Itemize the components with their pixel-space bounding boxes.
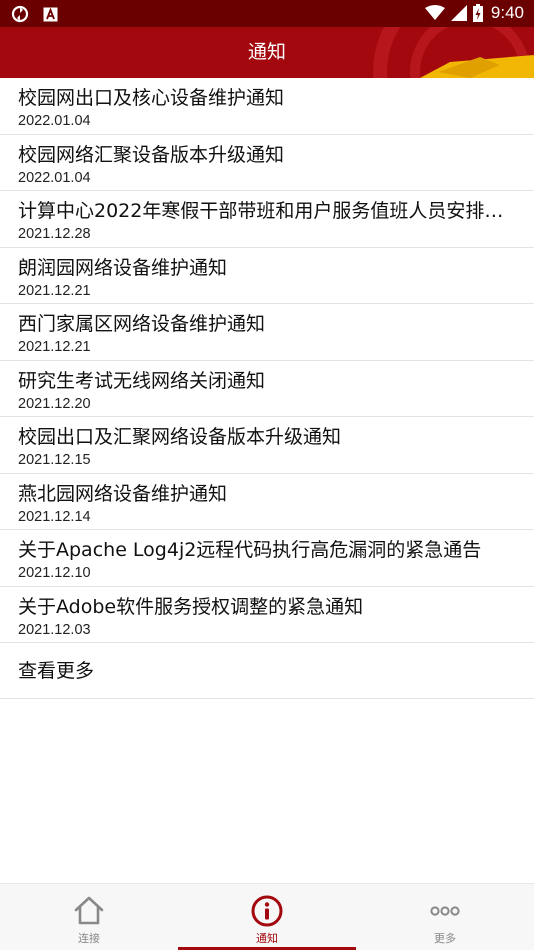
notice-date: 2021.12.21 — [18, 339, 91, 355]
notice-date: 2021.12.03 — [18, 621, 91, 638]
notice-item[interactable]: 关于Apache Log4j2远程代码执行高危漏洞的紧急通告 2021.12.1… — [0, 530, 534, 587]
notice-date: 2021.12.20 — [18, 395, 91, 412]
notice-item[interactable]: 研究生考试无线网络关闭通知 2021.12.20 — [0, 361, 534, 417]
app-header: 通知 — [0, 27, 534, 78]
nav-label-connect: 连接 — [78, 932, 100, 945]
wifi-icon — [424, 5, 445, 20]
nav-tab-notices[interactable]: 通知 — [178, 884, 356, 950]
status-bar: 9:40 — [0, 0, 534, 27]
notice-title: 朗润园网络设备维护通知 — [18, 256, 228, 279]
notice-item[interactable]: 朗润园网络设备维护通知 2021.12.21 — [0, 248, 534, 304]
nav-tab-connect[interactable]: 连接 — [0, 884, 178, 950]
notice-item[interactable]: 校园网出口及核心设备维护通知 2022.01.04 — [0, 78, 534, 135]
notice-date: 2021.12.10 — [18, 565, 91, 581]
notice-title: 关于Apache Log4j2远程代码执行高危漏洞的紧急通告 — [18, 539, 482, 561]
nav-label-notices: 通知 — [256, 932, 278, 945]
notice-title: 燕北园网络设备维护通知 — [18, 482, 228, 505]
signal-icon — [450, 5, 467, 21]
app-a-icon — [43, 7, 58, 21]
notice-item[interactable]: 计算中心2022年寒假干部带班和用户服务值班人员安排… 2021.12.28 — [0, 191, 534, 248]
home-icon — [74, 896, 104, 925]
notice-title: 西门家属区网络设备维护通知 — [18, 313, 266, 335]
notice-item[interactable]: 校园出口及汇聚网络设备版本升级通知 2021.12.15 — [0, 417, 534, 474]
battery-charging-icon — [472, 4, 483, 22]
status-left-icons — [11, 5, 58, 23]
notice-date: 2021.12.28 — [18, 226, 91, 242]
notice-item[interactable]: 西门家属区网络设备维护通知 2021.12.21 — [0, 304, 534, 361]
notice-date: 2021.12.21 — [18, 282, 91, 299]
more-dots-icon — [430, 906, 460, 916]
notice-item[interactable]: 燕北园网络设备维护通知 2021.12.14 — [0, 474, 534, 530]
bottom-nav: 连接 通知 更多 — [0, 883, 534, 950]
notice-date: 2022.01.04 — [18, 169, 91, 186]
view-more-button[interactable]: 查看更多 — [0, 643, 534, 699]
sync-icon — [11, 5, 29, 23]
notice-title: 校园网出口及核心设备维护通知 — [18, 87, 285, 109]
info-icon — [251, 895, 283, 927]
nav-label-more: 更多 — [434, 932, 456, 945]
notice-date: 2021.12.14 — [18, 508, 91, 525]
page-title: 通知 — [247, 41, 286, 63]
notice-item[interactable]: 校园网络汇聚设备版本升级通知 2022.01.04 — [0, 135, 534, 191]
notice-title: 研究生考试无线网络关闭通知 — [18, 369, 266, 392]
notice-title: 关于Adobe软件服务授权调整的紧急通知 — [18, 595, 364, 618]
notice-item[interactable]: 关于Adobe软件服务授权调整的紧急通知 2021.12.03 — [0, 587, 534, 643]
notice-title: 计算中心2022年寒假干部带班和用户服务值班人员安排… — [18, 200, 504, 222]
view-more-label: 查看更多 — [18, 660, 95, 682]
status-right-icons: 9:40 — [424, 3, 524, 23]
notice-date: 2022.01.04 — [18, 113, 91, 129]
nav-tab-more[interactable]: 更多 — [356, 884, 534, 950]
notice-title: 校园出口及汇聚网络设备版本升级通知 — [18, 426, 342, 448]
notice-list: 校园网出口及核心设备维护通知 2022.01.04 校园网络汇聚设备版本升级通知… — [0, 78, 534, 699]
notice-date: 2021.12.15 — [18, 452, 91, 468]
status-time: 9:40 — [490, 3, 524, 22]
notice-title: 校园网络汇聚设备版本升级通知 — [18, 143, 285, 166]
